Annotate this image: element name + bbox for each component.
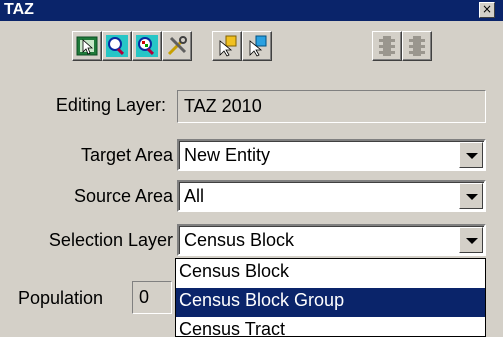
target-area-label: Target Area <box>80 145 173 165</box>
selection-layer-value: Census Block <box>184 230 295 250</box>
source-area-dropdown-arrow[interactable] <box>459 183 483 209</box>
pointer-select-icon <box>219 35 237 57</box>
population-value: 0 <box>132 281 172 314</box>
tools-icon <box>167 36 187 56</box>
disabled-tool-button-1[interactable] <box>372 31 402 61</box>
pointer-flag-icon <box>249 35 267 57</box>
source-area-label: Source Area <box>73 186 173 206</box>
window-title: TAZ <box>4 1 34 18</box>
selection-layer-select[interactable]: Census Block <box>177 224 486 256</box>
target-area-dropdown-arrow[interactable] <box>459 142 483 168</box>
select-arrow-icon <box>76 36 98 56</box>
disabled-tool-button-2[interactable] <box>402 31 432 61</box>
tools-button[interactable] <box>162 31 192 61</box>
dropdown-option-selected[interactable]: Census Block Group <box>176 288 485 317</box>
dropdown-option[interactable]: Census Block <box>176 259 485 288</box>
selection-layer-dropdown-arrow[interactable] <box>459 227 483 253</box>
source-area-value: All <box>184 186 205 206</box>
target-area-select[interactable]: New Entity <box>177 139 486 171</box>
selection-layer-dropdown-list[interactable]: Census Block Census Block Group Census T… <box>175 258 486 337</box>
editing-layer-label: Editing Layer: <box>55 95 166 115</box>
source-area-select[interactable]: All <box>177 180 486 212</box>
title-bar[interactable]: TAZ × <box>0 0 503 21</box>
pointer-select-button[interactable] <box>212 31 242 61</box>
zoom-in-icon <box>106 35 128 57</box>
close-icon: × <box>481 2 493 16</box>
target-area-value: New Entity <box>184 145 271 165</box>
editing-layer-value: TAZ 2010 <box>177 90 486 123</box>
disabled-traffic-light-icon <box>409 36 425 56</box>
close-button[interactable]: × <box>479 2 495 18</box>
select-tool-button[interactable] <box>72 31 102 61</box>
population-label: Population <box>18 288 104 308</box>
selection-layer-label: Selection Layer <box>48 230 173 250</box>
pointer-flag-button[interactable] <box>242 31 272 61</box>
zoom-selection-button[interactable] <box>132 31 162 61</box>
zoom-in-button[interactable] <box>102 31 132 61</box>
dropdown-option[interactable]: Census Tract <box>176 317 485 336</box>
zoom-to-selection-icon <box>136 35 158 57</box>
disabled-traffic-light-icon <box>379 36 395 56</box>
